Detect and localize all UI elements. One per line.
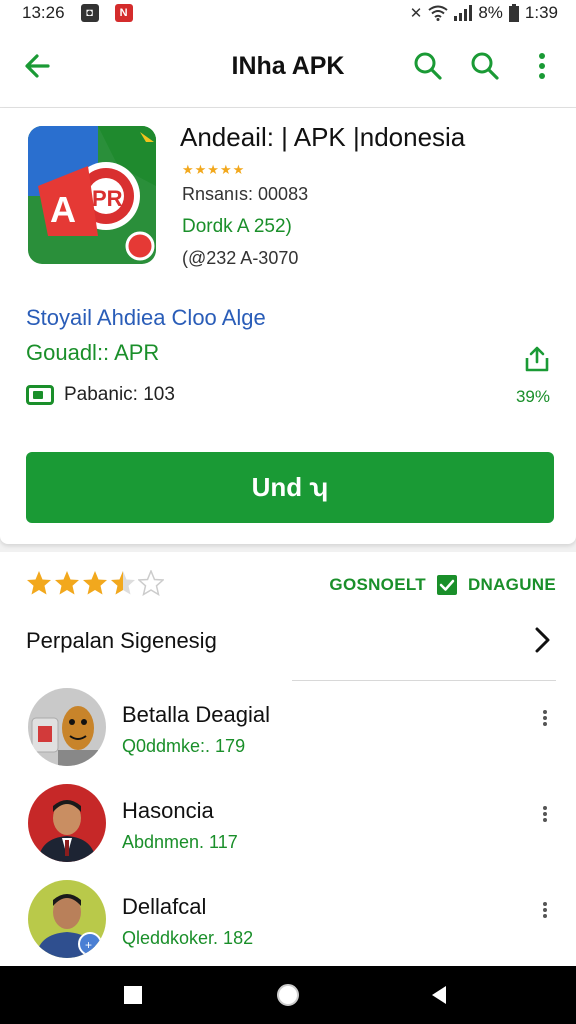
battery-icon — [508, 4, 519, 22]
back-triangle-icon[interactable] — [424, 980, 454, 1010]
app-meta-installs: Rnsanıs: 00083 — [182, 184, 309, 204]
size-row: Pabanic: 103 — [26, 384, 175, 406]
more-vert-icon[interactable] — [540, 708, 550, 732]
star-full-icon — [27, 571, 51, 595]
avatar — [28, 688, 106, 766]
battery-percent: 8% — [478, 3, 503, 22]
svg-text:A: A — [50, 189, 76, 230]
recents-square-icon[interactable] — [118, 980, 148, 1010]
more-vert-icon[interactable] — [540, 804, 550, 828]
wifi-icon — [428, 5, 448, 21]
app-name: Andeail: | APK |ndonesia — [180, 122, 466, 152]
app-bar: INha APK — [0, 26, 576, 108]
app-details-card: A PR Andeail: | APK |ndonesia ★★★★★ Rnsa… — [0, 108, 576, 544]
list-item-sub: Qleddkoker. 182 — [122, 928, 254, 948]
install-button[interactable]: Und ʮ — [26, 452, 554, 523]
badge-row: GOSNOELT DNAGUNE — [329, 574, 556, 596]
home-circle-icon[interactable] — [273, 980, 303, 1010]
status-time-right: 1:39 — [524, 3, 558, 22]
share-icon[interactable] — [522, 344, 552, 374]
app-meta-date: (@232 A-3070 — [182, 248, 299, 268]
developer-link[interactable]: Stoyail Ahdiea Cloo Alge — [26, 305, 266, 331]
mini-rating-stars: ★★★★★ — [182, 162, 246, 177]
avatar: + — [28, 880, 106, 958]
list-item-name: Dellafcal — [122, 894, 207, 919]
list-item[interactable]: Hasoncia Abdnmen. 117 — [0, 784, 576, 880]
star-empty-icon — [138, 570, 164, 596]
star-half-icon — [111, 571, 135, 595]
badge-left-label: GOSNOELT — [329, 575, 426, 594]
list-item[interactable]: + Dellafcal Qleddkoker. 182 — [0, 880, 576, 976]
category-label: Gouadl:: APR — [26, 340, 160, 365]
star-full-icon — [55, 571, 79, 595]
signal-icon — [454, 5, 473, 21]
app-notification-icon: N — [114, 4, 133, 22]
section-title[interactable]: Perpalan Sigenesig — [26, 628, 217, 654]
search-icon[interactable] — [410, 48, 446, 84]
svg-text:+: + — [85, 938, 92, 952]
notification-icon: ◘ — [80, 4, 99, 22]
chevron-right-icon[interactable] — [530, 626, 554, 654]
svg-text:PR: PR — [92, 186, 123, 211]
list-item-sub: Abdnmen. 117 — [122, 832, 238, 852]
more-vert-icon[interactable] — [540, 900, 550, 924]
checkbox-checked-icon[interactable] — [436, 574, 458, 596]
progress-percent: 39% — [515, 387, 550, 406]
list-item-name: Betalla Deagial — [122, 702, 270, 727]
avatar — [28, 784, 106, 862]
file-size-icon — [26, 385, 54, 405]
reviews-section: GOSNOELT DNAGUNE Perpalan Sigenesig Beta… — [0, 552, 576, 966]
system-nav-bar — [0, 966, 576, 1024]
app-icon[interactable]: A PR — [28, 126, 156, 264]
divider — [292, 680, 556, 681]
badge-right-label: DNAGUNE — [467, 575, 556, 594]
list-item[interactable]: Betalla Deagial Q0ddmke:. 179 — [0, 688, 576, 784]
more-vert-icon[interactable] — [527, 48, 557, 84]
star-full-icon — [83, 571, 107, 595]
size-label: Pabanic: 103 — [64, 384, 175, 405]
nfc-icon: ✕ — [409, 5, 423, 22]
app-meta-version: Dordk A 252) — [182, 216, 292, 237]
status-bar: 13:26 ◘ N ✕ 8% 1:39 — [0, 0, 576, 26]
status-time-left: 13:26 — [22, 3, 65, 22]
rating-stars — [26, 570, 164, 596]
search-icon[interactable] — [467, 48, 503, 84]
list-item-name: Hasoncia — [122, 798, 214, 823]
list-item-sub: Q0ddmke:. 179 — [122, 736, 246, 756]
